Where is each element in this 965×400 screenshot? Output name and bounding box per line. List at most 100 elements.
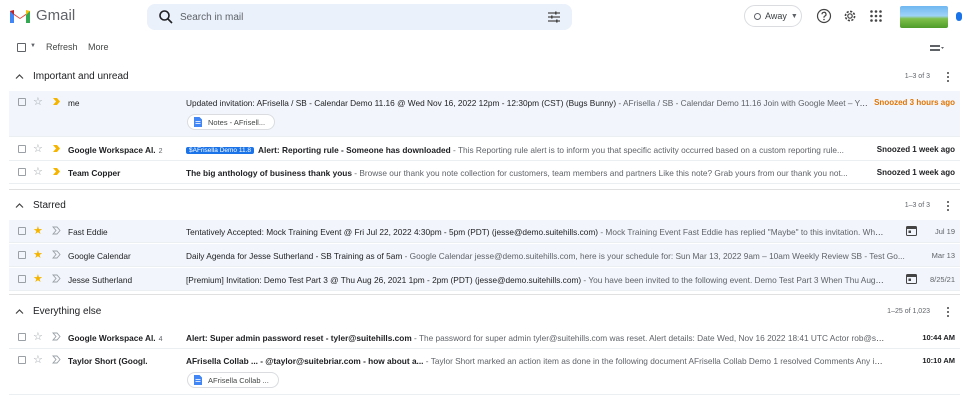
row-subject: Updated invitation: AFrisella / SB - Cal… [186, 98, 617, 108]
star-icon[interactable]: ☆ [33, 96, 43, 108]
row-snippet: - Google Calendar jesse@demo.suitehills.… [402, 251, 905, 261]
row-checkbox[interactable] [18, 145, 26, 153]
row-date: Mar 13 [931, 251, 955, 260]
row-content: $AFrisella Demo 11.8 Alert: Reporting rul… [186, 145, 868, 155]
row-date: Snoozed 1 week ago [876, 168, 955, 177]
gear-icon[interactable] [842, 8, 858, 24]
important-marker-icon[interactable] [52, 144, 61, 153]
section-divider [9, 294, 960, 295]
row-checkbox[interactable] [18, 356, 26, 364]
more-vert-icon[interactable] [946, 71, 950, 83]
row-content: AFrisella Collab ... - @taylor@suitebria… [186, 356, 886, 366]
row-content: Tentatively Accepted: Mock Training Even… [186, 227, 886, 237]
row-date: Snoozed 3 hours ago [874, 98, 955, 107]
important-marker-icon[interactable] [52, 332, 61, 341]
section-count: 1–3 of 3 [904, 202, 930, 209]
row-checkbox[interactable] [18, 333, 26, 341]
gmail-logo[interactable]: Gmail [9, 6, 75, 26]
tune-icon[interactable] [547, 10, 561, 24]
row-date: 8/25/21 [929, 275, 955, 284]
email-row[interactable]: ☆ Taylor Short (Googl. AFrisella Collab … [9, 349, 960, 395]
row-sender: Team Copper [68, 168, 121, 178]
account-avatar[interactable] [900, 6, 948, 28]
row-sender: me [68, 98, 80, 108]
row-subject: Alert: Reporting rule - Someone has down… [258, 145, 451, 155]
thread-count: 4 [158, 336, 163, 343]
star-icon[interactable]: ☆ [33, 166, 43, 178]
important-marker-icon[interactable] [52, 250, 61, 259]
row-content: [Premium] Invitation: Demo Test Part 3 @… [186, 275, 886, 285]
attachment-chip[interactable]: AFrisella Collab ... [187, 372, 279, 388]
row-sender-name: Google Workspace Al. [68, 333, 156, 343]
search-bar[interactable] [147, 4, 572, 30]
row-snippet: - Mock Training Event Fast Eddie has rep… [598, 227, 886, 237]
section-title: Starred [33, 200, 66, 211]
more-vert-icon[interactable] [946, 200, 950, 212]
attachment-name: Notes - AFrisell... [208, 117, 266, 127]
chevron-up-icon[interactable] [15, 72, 24, 81]
row-subject: Alert: Super admin password reset - tyle… [186, 333, 412, 343]
search-input[interactable] [180, 8, 520, 26]
label-badge[interactable]: $AFrisella Demo 11.8 [186, 147, 255, 154]
email-row[interactable]: ☆ Google Workspace Al. 2 $AFrisella Demo … [9, 138, 960, 161]
row-checkbox[interactable] [18, 275, 26, 283]
calendar-icon[interactable] [906, 273, 917, 284]
email-row[interactable]: ☆ Google Workspace Al. 4 Alert: Super adm… [9, 326, 960, 349]
calendar-icon[interactable] [906, 225, 917, 236]
row-checkbox[interactable] [18, 98, 26, 106]
row-subject: The big anthology of business thank yous [186, 168, 352, 178]
row-snippet: - You have been invited to the following… [581, 275, 886, 285]
search-icon[interactable] [158, 9, 174, 25]
section-important: Important and unread 1–3 of 3 [0, 66, 965, 88]
row-checkbox[interactable] [18, 227, 26, 235]
thread-count: 2 [158, 148, 163, 155]
attachment-name: AFrisella Collab ... [208, 375, 269, 385]
important-marker-icon[interactable] [52, 355, 61, 364]
more-button[interactable]: More [88, 42, 109, 52]
email-row[interactable]: ★ Fast Eddie Tentatively Accepted: Mock … [9, 220, 960, 243]
chevron-down-icon: ▼ [790, 12, 798, 20]
star-icon[interactable]: ★ [33, 225, 43, 237]
row-sender: Google Calendar [68, 251, 131, 261]
row-date: 10:44 AM [922, 333, 955, 342]
side-panel-handle[interactable] [956, 12, 962, 21]
important-marker-icon[interactable] [52, 167, 61, 176]
row-date: 10:10 AM [922, 356, 955, 365]
row-sender: Google Workspace Al. 2 [68, 145, 168, 155]
section-starred: Starred 1–3 of 3 [0, 195, 965, 217]
select-all-checkbox[interactable] [17, 43, 26, 52]
select-caret-icon[interactable]: ▼ [30, 43, 36, 49]
row-sender: Jesse Sutherland [68, 275, 133, 285]
chevron-up-icon[interactable] [15, 201, 24, 210]
email-row[interactable]: ★ Jesse Sutherland [Premium] Invitation:… [9, 268, 960, 291]
star-icon[interactable]: ☆ [33, 143, 43, 155]
email-row[interactable]: ☆ me Updated invitation: AFrisella / SB … [9, 91, 960, 137]
row-snippet: - Taylor Short marked an action item as … [423, 356, 886, 366]
refresh-button[interactable]: Refresh [46, 42, 78, 52]
doc-icon [194, 117, 202, 127]
row-checkbox[interactable] [18, 251, 26, 259]
important-marker-icon[interactable] [52, 226, 61, 235]
star-icon[interactable]: ★ [33, 273, 43, 285]
help-icon[interactable] [816, 8, 832, 24]
row-snippet: - This Reporting rule alert is to inform… [450, 145, 844, 155]
more-vert-icon[interactable] [946, 306, 950, 318]
star-icon[interactable]: ☆ [33, 331, 43, 343]
row-sender: Fast Eddie [68, 227, 108, 237]
row-checkbox[interactable] [18, 168, 26, 176]
important-marker-icon[interactable] [52, 97, 61, 106]
section-divider [9, 189, 960, 190]
email-row[interactable]: ☆ Team Copper The big anthology of busin… [9, 161, 960, 184]
chevron-up-icon[interactable] [15, 307, 24, 316]
row-sender: Taylor Short (Googl. [68, 356, 148, 366]
attachment-chip[interactable]: Notes - AFrisell... [187, 114, 276, 130]
row-snippet: - The password for super admin tyler@sui… [411, 333, 886, 343]
density-icon[interactable] [930, 44, 944, 53]
apps-grid-icon[interactable] [868, 8, 884, 24]
star-icon[interactable]: ★ [33, 249, 43, 261]
status-dropdown[interactable]: Away ▼ [744, 5, 802, 27]
gmail-logo-icon [10, 10, 30, 23]
star-icon[interactable]: ☆ [33, 354, 43, 366]
email-row[interactable]: ★ Google Calendar Daily Agenda for Jesse… [9, 244, 960, 267]
important-marker-icon[interactable] [52, 274, 61, 283]
